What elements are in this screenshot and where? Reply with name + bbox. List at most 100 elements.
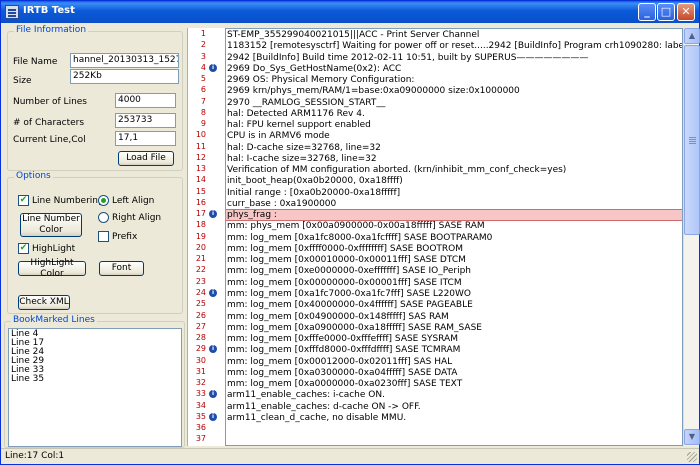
gutter-row[interactable]: 13 xyxy=(188,163,226,175)
vertical-scrollbar[interactable]: ▲ ▼ xyxy=(683,28,700,446)
text-line[interactable]: Verification of MM configuration aborted… xyxy=(226,164,682,176)
title-bar[interactable]: IRTB Test _ □ ✕ xyxy=(1,1,699,23)
gutter-row[interactable]: 34 xyxy=(188,400,226,412)
text-line[interactable]: mm: log_mem [0xa1fc7000-0xa1fc7fff] SASE… xyxy=(226,288,682,300)
gutter-row[interactable]: 32 xyxy=(188,377,226,389)
gutter-row[interactable]: 1 xyxy=(188,28,226,40)
gutter-row[interactable]: 23 xyxy=(188,276,226,288)
gutter-row[interactable]: 26 xyxy=(188,310,226,322)
gutter-row[interactable]: 3 xyxy=(188,51,226,63)
load-file-button[interactable]: Load File xyxy=(118,151,174,166)
text-line[interactable]: mm: log_mem [0x00000000-0x00001fff] SASE… xyxy=(226,277,682,289)
text-line[interactable]: ST-EMP_355299040021015|||ACC - Print Ser… xyxy=(226,29,682,41)
text-line[interactable]: arm11_clean_d_cache, no disable MMU. xyxy=(226,412,682,424)
text-line[interactable]: mm: log_mem [0xe0000000-0xefffffff] SASE… xyxy=(226,265,682,277)
gutter-row[interactable]: 15 xyxy=(188,186,226,198)
line-number-gutter[interactable]: 1 2 3 4 i 5 6 7 8 9 10 11 12 13 14 15 16 17 i 18 19 20 21 22 23 2… xyxy=(187,28,225,446)
check-xml-button[interactable]: Check XML xyxy=(18,295,70,310)
gutter-row[interactable]: 4i xyxy=(188,62,226,74)
text-line[interactable]: 1183152 [remotesysctrf] Waiting for powe… xyxy=(226,40,682,52)
text-line[interactable] xyxy=(226,434,682,445)
text-line[interactable]: 2970 __RAMLOG_SESSION_START__ xyxy=(226,97,682,109)
gutter-row[interactable]: 6 xyxy=(188,84,226,96)
gutter-row[interactable]: 22 xyxy=(188,264,226,276)
text-line[interactable]: curr_base : 0xa1900000 xyxy=(226,198,682,210)
gutter-row[interactable]: 29 i xyxy=(188,343,226,355)
gutter-row[interactable]: 20 xyxy=(188,242,226,254)
line-numbering-checkbox[interactable]: ✔ xyxy=(18,195,29,206)
text-line[interactable]: mm: log_mem [0xa0000000-0xa0230fff] SASE… xyxy=(226,378,682,390)
text-line[interactable]: mm: log_mem [0xfffd8000-0xfffdffff] SASE… xyxy=(226,344,682,356)
bookmark-item[interactable]: Line 35 xyxy=(11,375,179,384)
gutter-row[interactable]: 17 i xyxy=(188,208,226,220)
text-line[interactable]: mm: log_mem [0xa0300000-0xa04fffff] SASE… xyxy=(226,367,682,379)
gutter-row[interactable]: 7 xyxy=(188,96,226,108)
log-text-editor[interactable]: ST-EMP_355299040021015|||ACC - Print Ser… xyxy=(225,28,683,446)
gutter-row[interactable]: 28 xyxy=(188,332,226,344)
prefix-checkbox[interactable] xyxy=(98,231,109,242)
highlighted-line[interactable]: phys_frag : xyxy=(226,209,682,222)
gutter-row[interactable]: 10 xyxy=(188,129,226,141)
bookmark-marker-icon[interactable]: i xyxy=(209,412,217,421)
text-line[interactable]: mm: log_mem [0x00012000-0x02011fff] SAS … xyxy=(226,356,682,368)
text-line[interactable]: hal: D-cache size=32768, line=32 xyxy=(226,142,682,154)
gutter-row[interactable]: 16 xyxy=(188,197,226,209)
font-button[interactable]: Font xyxy=(99,261,144,276)
text-line[interactable]: mm: log_mem [0x40000000-0x4ffffff] SASE … xyxy=(226,299,682,311)
text-line[interactable]: 2969 Do_Sys_GetHostName(0x2): ACC xyxy=(226,63,682,75)
bookmark-marker-icon[interactable]: i xyxy=(209,390,217,399)
gutter-row[interactable]: 27 xyxy=(188,321,226,333)
text-line[interactable]: CPU is in ARMV6 mode xyxy=(226,130,682,142)
line-number-color-button[interactable]: Line Number Color xyxy=(20,213,82,237)
maximize-button[interactable]: □ xyxy=(657,3,675,21)
gutter-row[interactable]: 12 xyxy=(188,152,226,164)
text-line[interactable]: arm11_enable_caches: i-cache ON. xyxy=(226,389,682,401)
bookmark-marker-icon[interactable]: i xyxy=(209,288,217,297)
gutter-row[interactable]: 11 xyxy=(188,141,226,153)
text-line[interactable]: 2969 OS: Physical Memory Configuration: xyxy=(226,74,682,86)
gutter-row[interactable]: 33 i xyxy=(188,388,226,400)
text-line[interactable]: mm: log_mem [0xfffe0000-0xfffeffff] SASE… xyxy=(226,333,682,345)
gutter-row[interactable]: 18 xyxy=(188,219,226,231)
close-button[interactable]: ✕ xyxy=(677,3,695,21)
gutter-row[interactable]: 24 i xyxy=(188,287,226,299)
bookmark-list[interactable]: Line 4 Line 17 Line 24 Line 29 Line 33 L… xyxy=(8,328,182,447)
text-line[interactable]: init_boot_heap(0xa0b20000, 0xa18ffff) xyxy=(226,175,682,187)
text-line[interactable]: 2969 krn/phys_mem/RAM/1=base:0xa09000000… xyxy=(226,85,682,97)
gutter-row[interactable]: 5 xyxy=(188,73,226,85)
gutter-row[interactable]: 25 xyxy=(188,298,226,310)
scroll-up-button[interactable]: ▲ xyxy=(684,28,700,44)
text-line[interactable]: hal: I-cache size=32768, line=32 xyxy=(226,153,682,165)
gutter-row[interactable]: 2 xyxy=(188,39,226,51)
left-align-radio[interactable] xyxy=(98,195,109,206)
scroll-thumb[interactable] xyxy=(684,45,700,235)
gutter-row[interactable]: 21 xyxy=(188,253,226,265)
bookmark-marker-icon[interactable]: i xyxy=(209,210,217,219)
gutter-row[interactable]: 35 i xyxy=(188,411,226,423)
text-line[interactable]: mm: log_mem [0xa1fc8000-0xa1fcffff] SASE… xyxy=(226,232,682,244)
lines-field[interactable]: 4000 xyxy=(115,93,176,108)
scroll-down-button[interactable]: ▼ xyxy=(684,429,700,445)
highlight-checkbox[interactable]: ✔ xyxy=(18,243,29,254)
text-line[interactable]: mm: log_mem [0xa0900000-0xa18fffff] SASE… xyxy=(226,322,682,334)
gutter-row[interactable]: 36 xyxy=(188,422,226,434)
text-line[interactable]: hal: FPU kernel support enabled xyxy=(226,119,682,131)
text-line[interactable]: arm11_enable_caches: d-cache ON -> OFF. xyxy=(226,401,682,413)
text-line[interactable]: Initial range : [0xa0b20000-0xa18fffff] xyxy=(226,187,682,199)
bookmark-marker-icon[interactable]: i xyxy=(209,63,217,72)
gutter-row[interactable]: 30 xyxy=(188,355,226,367)
size-field[interactable]: 252Kb xyxy=(70,69,179,84)
resize-grip[interactable] xyxy=(687,452,697,462)
text-line[interactable]: mm: log_mem [0x00010000-0x00011fff] SASE… xyxy=(226,254,682,266)
current-line-col-field[interactable]: 17,1 xyxy=(115,131,176,146)
gutter-row[interactable]: 37 xyxy=(188,433,226,445)
characters-field[interactable]: 253733 xyxy=(115,113,176,128)
right-align-radio[interactable] xyxy=(98,212,109,223)
gutter-row[interactable]: 14 xyxy=(188,174,226,186)
text-line[interactable]: mm: phys_mem [0x00a0900000-0x00a18fffff]… xyxy=(226,220,682,232)
text-line[interactable]: hal: Detected ARM1176 Rev 4. xyxy=(226,108,682,120)
text-line[interactable] xyxy=(226,423,682,435)
gutter-row[interactable]: 31 xyxy=(188,366,226,378)
highlight-color-button[interactable]: HighLight Color xyxy=(18,258,86,279)
gutter-row[interactable]: 8 xyxy=(188,107,226,119)
